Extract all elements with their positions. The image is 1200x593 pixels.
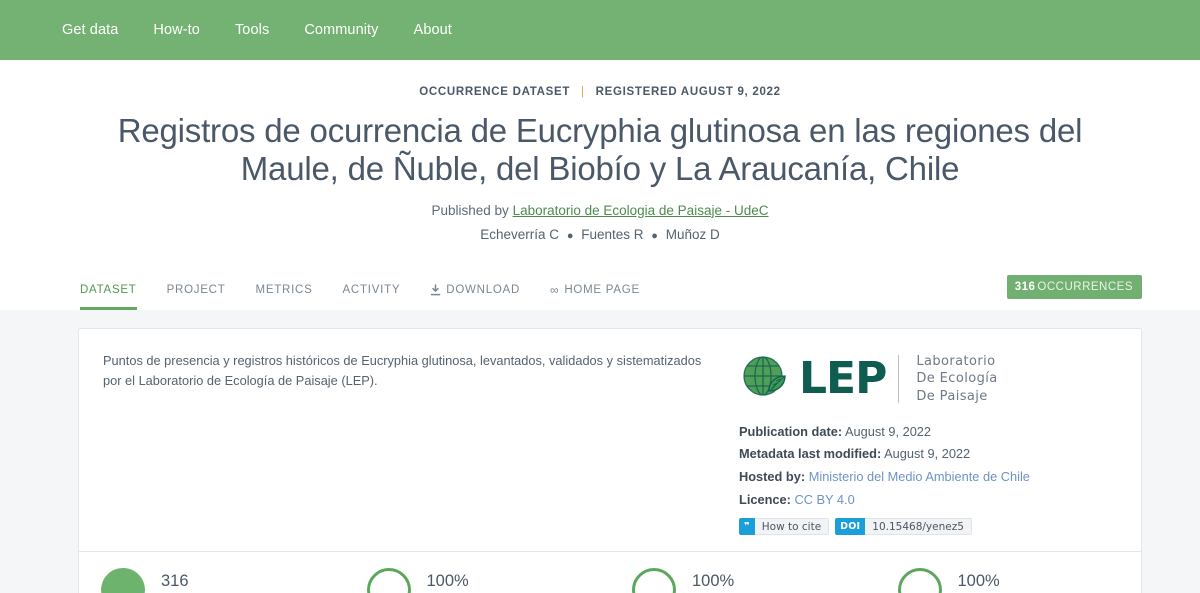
dataset-type-label: OCCURRENCE DATASET xyxy=(419,86,571,98)
metadata-hosted-by: Hosted by: Ministerio del Medio Ambiente… xyxy=(739,467,1065,488)
stat-with-coordinates: 100% With coordinates xyxy=(610,568,876,593)
tab-list: DATASET PROJECT METRICS ACTIVITY DOWNLOA… xyxy=(80,268,670,310)
published-by-prefix: Published by xyxy=(431,202,513,218)
nav-item-community[interactable]: Community xyxy=(304,22,378,38)
author-name: Fuentes R xyxy=(581,226,644,242)
stat-progress-ring xyxy=(101,568,145,593)
logo-subtitle-line: De Ecología xyxy=(916,371,998,387)
registered-date-label: REGISTERED AUGUST 9, 2022 xyxy=(595,86,781,98)
tab-label: METRICS xyxy=(255,283,313,296)
author-name: Muñoz D xyxy=(665,226,720,242)
hosted-by-link[interactable]: Ministerio del Medio Ambiente de Chile xyxy=(809,469,1030,484)
licence-link[interactable]: CC BY 4.0 xyxy=(794,492,854,507)
dataset-stats-row: 316 Occurrences 100% With taxon match 10… xyxy=(79,551,1141,593)
eyebrow-separator: | xyxy=(580,86,585,98)
quote-icon: ❞ xyxy=(739,518,755,536)
occurrences-badge[interactable]: 316 OCCURRENCES xyxy=(1006,274,1142,299)
dataset-summary-body: Puntos de presencia y registros históric… xyxy=(79,329,1141,552)
tab-activity[interactable]: ACTIVITY xyxy=(343,284,401,310)
globe-leaf-icon xyxy=(739,351,791,408)
published-by-line: Published by Laboratorio de Ecologia de … xyxy=(0,203,1200,218)
metadata-label: Publication date: xyxy=(739,423,843,439)
metadata-licence: Licence: CC BY 4.0 xyxy=(739,490,1065,511)
stat-progress-ring xyxy=(632,568,676,593)
tab-label: HOME PAGE xyxy=(564,283,640,296)
tab-label: DOWNLOAD xyxy=(446,283,521,296)
tab-dataset[interactable]: DATASET xyxy=(80,284,137,310)
badge-row: ❞ How to cite DOI 10.15468/yenez5 xyxy=(739,518,1065,536)
nav-item-about[interactable]: About xyxy=(414,22,452,38)
logo-divider xyxy=(898,355,900,404)
tab-label: DATASET xyxy=(80,283,137,296)
metadata-last-modified: Metadata last modified: August 9, 2022 xyxy=(739,444,1065,465)
occurrences-count: 316 xyxy=(1014,280,1036,293)
metadata-label: Hosted by: xyxy=(739,468,806,484)
how-to-cite-label: How to cite xyxy=(754,518,830,536)
logo-wordmark: LEP xyxy=(799,353,887,405)
dataset-description: Puntos de presencia y registros históric… xyxy=(103,352,702,389)
doi-badge[interactable]: DOI 10.15468/yenez5 xyxy=(835,518,972,536)
download-icon xyxy=(430,284,441,296)
content-area: Puntos de presencia y registros históric… xyxy=(0,309,1200,593)
dataset-summary-card: Puntos de presencia y registros históric… xyxy=(78,327,1142,593)
dataset-tab-bar: DATASET PROJECT METRICS ACTIVITY DOWNLOA… xyxy=(0,267,1200,310)
stat-value: 316 xyxy=(161,572,189,591)
author-separator: ● xyxy=(566,229,574,242)
metadata-value: August 9, 2022 xyxy=(844,423,932,439)
logo-subtitle-line: De Paisaje xyxy=(916,388,988,404)
tab-project[interactable]: PROJECT xyxy=(167,284,226,310)
occurrences-label: OCCURRENCES xyxy=(1037,280,1133,293)
author-separator: ● xyxy=(651,229,658,242)
doi-value: 10.15468/yenez5 xyxy=(865,518,972,536)
author-name: Echeverría C xyxy=(480,226,560,242)
link-icon: ∞ xyxy=(550,282,560,297)
dataset-eyebrow: OCCURRENCE DATASET | REGISTERED AUGUST 9… xyxy=(0,86,1200,98)
how-to-cite-badge[interactable]: ❞ How to cite xyxy=(739,518,830,536)
logo-subtitle: Laboratorio De Ecología De Paisaje xyxy=(916,353,997,404)
tab-metrics[interactable]: METRICS xyxy=(256,284,313,310)
stat-with-taxon-match: 100% With taxon match xyxy=(345,568,611,593)
logo-subtitle-line: Laboratorio xyxy=(916,354,996,370)
stat-with-year: 100% With year xyxy=(876,568,1142,593)
doi-label: DOI xyxy=(835,518,866,536)
page-title: Registros de ocurrencia de Eucryphia glu… xyxy=(117,112,1083,188)
tab-home-page[interactable]: ∞ HOME PAGE xyxy=(550,284,640,310)
stat-value: 100% xyxy=(957,572,1000,591)
tab-label: ACTIVITY xyxy=(342,283,401,296)
stat-progress-ring xyxy=(897,568,942,593)
tab-download[interactable]: DOWNLOAD xyxy=(430,284,520,310)
metadata-value: August 9, 2022 xyxy=(884,446,971,462)
stat-value: 100% xyxy=(426,572,469,591)
metadata-label: Licence: xyxy=(739,491,791,507)
publisher-link[interactable]: Laboratorio de Ecologia de Paisaje - Ude… xyxy=(513,203,769,218)
metadata-publication-date: Publication date: August 9, 2022 xyxy=(739,422,1065,443)
stat-progress-ring xyxy=(366,568,411,593)
stat-occurrences: 316 Occurrences xyxy=(79,568,345,593)
author-list: Echeverría C ● Fuentes R ● Muñoz D xyxy=(0,227,1200,242)
metadata-label: Metadata last modified: xyxy=(739,446,882,462)
stat-value: 100% xyxy=(692,572,735,591)
nav-item-how-to[interactable]: How-to xyxy=(153,22,200,38)
nav-item-get-data[interactable]: Get data xyxy=(62,22,118,38)
top-navigation-bar: Get data How-to Tools Community About xyxy=(0,0,1200,60)
nav-item-tools[interactable]: Tools xyxy=(235,22,269,38)
tab-label: PROJECT xyxy=(166,283,226,296)
dataset-metadata-column: LEP Laboratorio De Ecología De Paisaje P… xyxy=(739,351,1091,536)
publisher-logo: LEP Laboratorio De Ecología De Paisaje xyxy=(739,351,1065,408)
dataset-hero: OCCURRENCE DATASET | REGISTERED AUGUST 9… xyxy=(0,60,1200,310)
